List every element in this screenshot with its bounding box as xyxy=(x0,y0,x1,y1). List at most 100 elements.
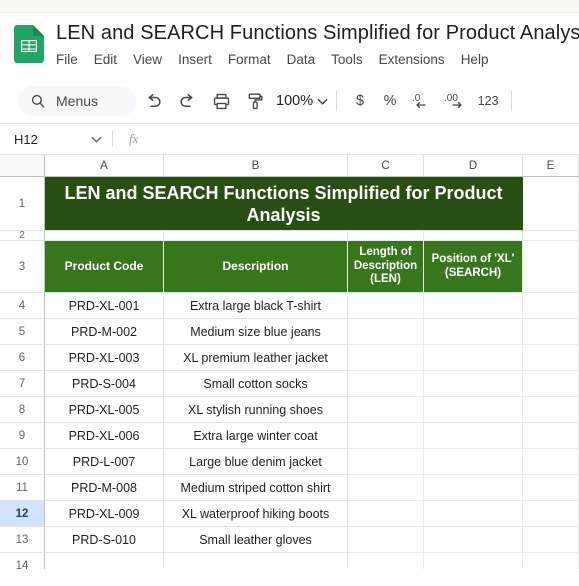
row-header-13[interactable]: 13 xyxy=(0,527,45,553)
column-header-c[interactable]: C xyxy=(348,155,424,176)
column-title-position-of-xl[interactable]: Position of 'XL' (SEARCH) xyxy=(424,241,523,293)
cell-e5[interactable] xyxy=(523,319,579,345)
cell-e14[interactable] xyxy=(523,553,579,569)
cell-c5[interactable] xyxy=(348,319,424,345)
cell-b9[interactable]: Extra large winter coat xyxy=(164,423,348,449)
cell-b14[interactable] xyxy=(164,553,348,569)
cell-b11[interactable]: Medium striped cotton shirt xyxy=(164,475,348,501)
menu-item-tools[interactable]: Tools xyxy=(331,51,363,69)
cell-c12[interactable] xyxy=(348,501,424,527)
cell-b7[interactable]: Small cotton socks xyxy=(164,371,348,397)
cell-e13[interactable] xyxy=(523,527,579,553)
cell-a2[interactable] xyxy=(45,231,164,241)
cell-c13[interactable] xyxy=(348,527,424,553)
cell-e10[interactable] xyxy=(523,449,579,475)
cell-c8[interactable] xyxy=(348,397,424,423)
row-header-10[interactable]: 10 xyxy=(0,449,45,475)
cell-d4[interactable] xyxy=(424,293,523,319)
format-currency-button[interactable]: $ xyxy=(345,93,375,109)
cell-d13[interactable] xyxy=(424,527,523,553)
cell-c2[interactable] xyxy=(348,231,424,241)
cell-a7[interactable]: PRD-S-004 xyxy=(45,371,164,397)
menu-item-help[interactable]: Help xyxy=(461,51,489,69)
increase-decimal-button[interactable]: .00 xyxy=(439,86,473,116)
column-header-b[interactable]: B xyxy=(164,155,348,176)
decrease-decimal-button[interactable]: .0 xyxy=(405,86,439,116)
column-title-description[interactable]: Description xyxy=(164,241,348,293)
cell-a4[interactable]: PRD-XL-001 xyxy=(45,293,164,319)
cell-c10[interactable] xyxy=(348,449,424,475)
google-sheets-icon[interactable] xyxy=(14,25,44,63)
cell-e12[interactable] xyxy=(523,501,579,527)
cell-e11[interactable] xyxy=(523,475,579,501)
number-format-button[interactable]: 123 xyxy=(473,94,503,108)
select-all-corner[interactable] xyxy=(0,155,45,176)
cell-e6[interactable] xyxy=(523,345,579,371)
cell-c7[interactable] xyxy=(348,371,424,397)
zoom-control[interactable]: 100% xyxy=(276,93,328,109)
cell-c14[interactable] xyxy=(348,553,424,569)
menu-item-file[interactable]: File xyxy=(56,51,78,69)
cell-b5[interactable]: Medium size blue jeans xyxy=(164,319,348,345)
cell-a14[interactable] xyxy=(45,553,164,569)
cell-c4[interactable] xyxy=(348,293,424,319)
row-header-8[interactable]: 8 xyxy=(0,397,45,423)
cell-b2[interactable] xyxy=(164,231,348,241)
cell-b12[interactable]: XL waterproof hiking boots xyxy=(164,501,348,527)
row-header-12[interactable]: 12 xyxy=(0,501,45,527)
cell-a10[interactable]: PRD-L-007 xyxy=(45,449,164,475)
sheet-banner-title[interactable]: LEN and SEARCH Functions Simplified for … xyxy=(45,177,523,231)
cell-c6[interactable] xyxy=(348,345,424,371)
redo-button[interactable] xyxy=(170,86,204,116)
cell-d8[interactable] xyxy=(424,397,523,423)
row-header-14[interactable]: 14 xyxy=(0,553,45,569)
cell-d5[interactable] xyxy=(424,319,523,345)
row-header-5[interactable]: 5 xyxy=(0,319,45,345)
column-header-e[interactable]: E xyxy=(523,155,579,176)
cell-e8[interactable] xyxy=(523,397,579,423)
column-header-d[interactable]: D xyxy=(424,155,523,176)
menu-item-view[interactable]: View xyxy=(133,51,162,69)
cell-b13[interactable]: Small leather gloves xyxy=(164,527,348,553)
menu-item-insert[interactable]: Insert xyxy=(178,51,212,69)
menu-item-format[interactable]: Format xyxy=(228,51,271,69)
menu-item-extensions[interactable]: Extensions xyxy=(379,51,445,69)
row-header-1[interactable]: 1 xyxy=(0,177,45,231)
format-percent-button[interactable]: % xyxy=(375,93,405,109)
paint-format-button[interactable] xyxy=(238,86,272,116)
cell-a6[interactable]: PRD-XL-003 xyxy=(45,345,164,371)
cell-e9[interactable] xyxy=(523,423,579,449)
print-button[interactable] xyxy=(204,86,238,116)
cell-d7[interactable] xyxy=(424,371,523,397)
cell-a9[interactable]: PRD-XL-006 xyxy=(45,423,164,449)
cell-a13[interactable]: PRD-S-010 xyxy=(45,527,164,553)
cell-c9[interactable] xyxy=(348,423,424,449)
cell-a8[interactable]: PRD-XL-005 xyxy=(45,397,164,423)
row-header-9[interactable]: 9 xyxy=(0,423,45,449)
cell-d14[interactable] xyxy=(424,553,523,569)
cell-b6[interactable]: XL premium leather jacket xyxy=(164,345,348,371)
cell-b8[interactable]: XL stylish running shoes xyxy=(164,397,348,423)
name-box[interactable]: H12 xyxy=(0,132,112,147)
row-header-11[interactable]: 11 xyxy=(0,475,45,501)
column-header-a[interactable]: A xyxy=(45,155,164,176)
cell-e4[interactable] xyxy=(523,293,579,319)
cell-a11[interactable]: PRD-M-008 xyxy=(45,475,164,501)
menu-item-data[interactable]: Data xyxy=(287,51,316,69)
cell-e7[interactable] xyxy=(523,371,579,397)
cell-d11[interactable] xyxy=(424,475,523,501)
column-title-product-code[interactable]: Product Code xyxy=(45,241,164,293)
cell-d2[interactable] xyxy=(424,231,523,241)
row-header-7[interactable]: 7 xyxy=(0,371,45,397)
menu-search-button[interactable]: Menus xyxy=(18,86,136,116)
cell-e2[interactable] xyxy=(523,231,579,241)
cell-d12[interactable] xyxy=(424,501,523,527)
menu-item-edit[interactable]: Edit xyxy=(94,51,117,69)
cell-d10[interactable] xyxy=(424,449,523,475)
cell-a12[interactable]: PRD-XL-009 xyxy=(45,501,164,527)
row-header-4[interactable]: 4 xyxy=(0,293,45,319)
cell-e3[interactable] xyxy=(523,241,579,293)
row-header-2[interactable]: 2 xyxy=(0,230,45,241)
row-header-3[interactable]: 3 xyxy=(0,241,45,293)
column-title-length-of-description[interactable]: Length of Description (LEN) xyxy=(348,241,424,293)
